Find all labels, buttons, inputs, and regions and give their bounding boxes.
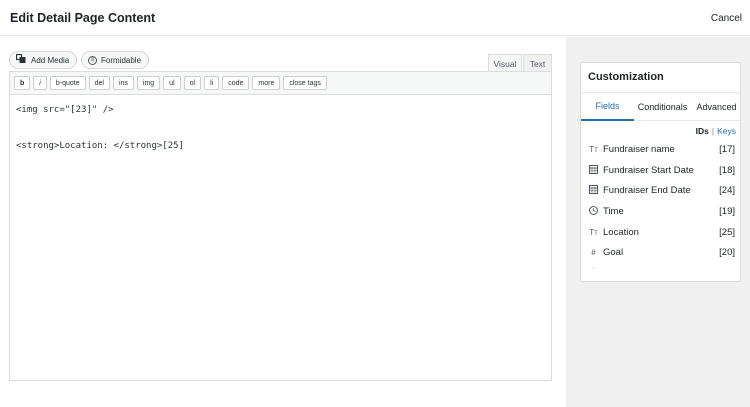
field-item-location[interactable]: TT Location [25] (581, 222, 740, 243)
cancel-button[interactable]: Cancel (711, 13, 742, 24)
field-item-end-date[interactable]: Fundraiser End Date [24] (581, 180, 740, 201)
customization-panel: Customization Fields Conditionals Advanc… (580, 62, 741, 282)
editor-area: Add Media ≡ Formidable Visual Text b i b… (0, 37, 565, 407)
field-item-cut-off: · (581, 263, 740, 272)
tab-visual[interactable]: Visual (488, 54, 522, 72)
editor-line: <strong>Location: </strong>[25] (16, 141, 184, 151)
field-name: Time (603, 205, 624, 217)
text-field-icon: TT (589, 144, 598, 154)
calendar-icon (588, 185, 599, 196)
field-id: [20] (719, 247, 735, 259)
keys-toggle[interactable]: Keys (717, 126, 736, 136)
field-name: Location (603, 226, 639, 238)
qt-del-button[interactable]: del (88, 76, 110, 90)
content-editor[interactable]: b i b-quote del ins img ul ol li code mo… (9, 71, 552, 381)
qt-italic-button[interactable]: i (33, 76, 47, 90)
add-media-label: Add Media (31, 55, 70, 65)
editor-textarea[interactable]: <img src="[23]" /> <strong>Location: </s… (16, 104, 184, 152)
ids-toggle[interactable]: IDs (696, 126, 709, 136)
field-name: Fundraiser End Date (603, 185, 691, 197)
panel-tabs: Fields Conditionals Advanced (581, 93, 740, 121)
customization-sidebar: Customization Fields Conditionals Advanc… (566, 37, 750, 407)
id-key-toggle: IDs | Keys (696, 126, 736, 136)
field-name: Fundraiser name (603, 143, 675, 155)
field-id: [19] (719, 205, 735, 217)
qt-code-button[interactable]: code (222, 76, 250, 90)
quicktags-toolbar: b i b-quote del ins img ul ol li code mo… (10, 72, 551, 95)
qt-ins-button[interactable]: ins (112, 76, 134, 90)
add-media-button[interactable]: Add Media (9, 51, 78, 69)
qt-blockquote-button[interactable]: b-quote (49, 76, 86, 90)
field-item-time[interactable]: Time [19] (581, 201, 740, 222)
tab-advanced[interactable]: Advanced (691, 93, 740, 121)
clock-icon (588, 205, 599, 217)
toggle-separator: | (711, 126, 715, 136)
tab-conditionals[interactable]: Conditionals (634, 93, 691, 121)
formidable-label: Formidable (101, 55, 142, 65)
field-item-goal[interactable]: # Goal [20] (581, 242, 740, 263)
panel-title: Customization (588, 71, 664, 83)
add-media-icon (15, 53, 27, 67)
modal-header: Edit Detail Page Content Cancel (0, 0, 750, 36)
formidable-button[interactable]: ≡ Formidable (81, 51, 150, 69)
calendar-icon (588, 164, 599, 176)
formidable-icon: ≡ (88, 55, 97, 65)
field-list: TT Fundraiser name [17] Fundraiser Start… (581, 139, 740, 272)
qt-more-button[interactable]: more (252, 76, 281, 90)
field-id: [24] (719, 185, 735, 197)
qt-bold-button[interactable]: b (14, 76, 31, 90)
number-icon: # (591, 248, 596, 258)
field-name: Goal (603, 247, 624, 259)
field-id: [17] (719, 143, 735, 155)
field-name: Fundraiser Start Date (603, 164, 694, 176)
editor-line: <img src="[23]" /> (16, 105, 114, 115)
tab-text[interactable]: Text (523, 54, 552, 72)
qt-ul-button[interactable]: ul (163, 76, 181, 90)
field-item-fundraiser-name[interactable]: TT Fundraiser name [17] (581, 139, 740, 160)
page-title: Edit Detail Page Content (10, 11, 156, 25)
text-field-icon: · (592, 263, 595, 272)
qt-close-tags-button[interactable]: close tags (283, 76, 327, 90)
field-item-start-date[interactable]: Fundraiser Start Date [18] (581, 160, 740, 181)
qt-ol-button[interactable]: ol (183, 76, 202, 90)
tab-fields[interactable]: Fields (581, 93, 634, 121)
field-id: [25] (719, 226, 735, 238)
field-id: [18] (719, 164, 735, 176)
text-field-icon: TT (589, 227, 598, 237)
qt-img-button[interactable]: img (136, 76, 161, 90)
qt-li-button[interactable]: li (204, 76, 220, 90)
